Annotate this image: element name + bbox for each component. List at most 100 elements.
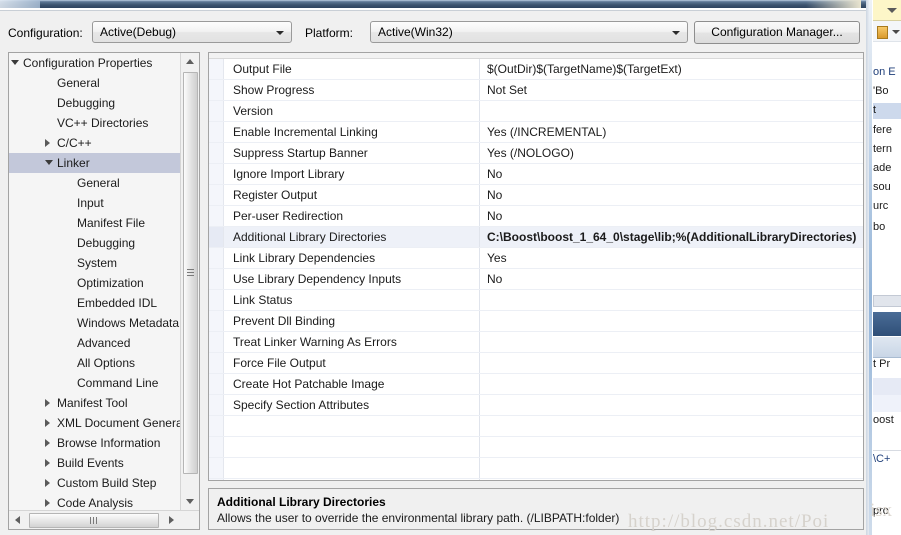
property-column-divider[interactable] [479,290,480,310]
tree-item-label: Embedded IDL [77,296,158,310]
property-value[interactable]: $(OutDir)$(TargetName)$(TargetExt) [487,59,682,79]
property-row[interactable]: Output File $(OutDir)$(TargetName)$(Targe… [209,59,863,80]
platform-dropdown[interactable]: Active(Win32) [370,21,688,43]
property-value[interactable]: Yes [487,248,507,268]
property-value[interactable]: No [487,164,502,184]
tree-item-general[interactable]: General [9,73,181,93]
tree-expander-open-icon[interactable] [11,60,19,65]
property-grid[interactable]: Output File $(OutDir)$(TargetName)$(Targe… [208,52,864,481]
property-row[interactable]: Link Status [209,290,863,311]
property-column-divider[interactable] [479,227,480,247]
tree-expander-closed-icon[interactable] [45,419,50,427]
tree-expander-open-icon[interactable] [45,160,53,165]
property-value[interactable]: Yes (/INCREMENTAL) [487,122,606,142]
toolbar-button-icon[interactable] [877,26,888,39]
property-value[interactable]: C:\Boost\boost_1_64_0\stage\lib;%(Additi… [487,227,856,247]
tree-expander-closed-icon[interactable] [45,499,50,507]
tree-item-label: C/C++ [57,136,92,150]
property-value[interactable]: No [487,269,502,289]
tree-item-xml-document-generator[interactable]: XML Document Generator [9,413,181,433]
property-row[interactable]: Prevent Dll Binding [209,311,863,332]
property-row[interactable]: Force File Output [209,353,863,374]
property-column-divider[interactable] [479,206,480,226]
property-row[interactable]: Register Output No [209,185,863,206]
property-column-divider[interactable] [479,122,480,142]
tree-item-advanced[interactable]: Advanced [9,333,181,353]
chevron-down-icon [276,31,284,35]
tree-expander-closed-icon[interactable] [45,399,50,407]
property-column-divider[interactable] [479,164,480,184]
property-column-divider[interactable] [479,185,480,205]
tree-expander-closed-icon[interactable] [45,139,50,147]
property-column-divider[interactable] [479,248,480,268]
tree-horizontal-scrollbar-thumb[interactable] [29,513,159,528]
tree-item-label: Debugging [77,236,136,250]
property-row[interactable]: Link Library Dependencies Yes [209,248,863,269]
tree-item-linker[interactable]: Linker [9,153,181,173]
tree-item-debugging[interactable]: Debugging [9,93,181,113]
tree-item-manifest-file[interactable]: Manifest File [9,213,181,233]
property-row[interactable]: Create Hot Patchable Image [209,374,863,395]
property-column-divider[interactable] [479,311,480,331]
tree-item-command-line[interactable]: Command Line [9,373,181,393]
property-row[interactable]: Treat Linker Warning As Errors [209,332,863,353]
property-column-divider[interactable] [479,143,480,163]
property-row[interactable]: Enable Incremental Linking Yes (/INCREMEN… [209,122,863,143]
tree-item-manifest-tool[interactable]: Manifest Tool [9,393,181,413]
property-value[interactable]: No [487,185,502,205]
property-column-divider[interactable] [479,269,480,289]
tree-scroll-down-button[interactable] [181,493,198,510]
tree-item-windows-metadata[interactable]: Windows Metadata [9,313,181,333]
tree-scroll-left-button[interactable] [9,511,26,528]
configuration-manager-button[interactable]: Configuration Manager... [694,21,860,44]
property-column-divider[interactable] [479,332,480,352]
property-column-divider[interactable] [479,59,480,79]
tree-scroll-right-button[interactable] [163,511,180,528]
property-row[interactable]: Additional Library Directories C:\Boost\b… [209,227,863,248]
tree-vertical-scrollbar[interactable] [180,53,199,510]
tree-scroll-up-button[interactable] [181,53,198,70]
tree-item-label: XML Document Generator [57,416,181,430]
tree-item-custom-build-step[interactable]: Custom Build Step [9,473,181,493]
tree-item-code-analysis[interactable]: Code Analysis [9,493,181,510]
tree-expander-closed-icon[interactable] [45,479,50,487]
configuration-dropdown[interactable]: Active(Debug) [92,21,292,43]
property-column-divider[interactable] [479,353,480,373]
tree-item-build-events[interactable]: Build Events [9,453,181,473]
property-row[interactable]: Ignore Import Library No [209,164,863,185]
property-row[interactable]: Specify Section Attributes [209,395,863,416]
tree-item-browse-information[interactable]: Browse Information [9,433,181,453]
property-row[interactable]: Per-user Redirection No [209,206,863,227]
tree-item-vc-directories[interactable]: VC++ Directories [9,113,181,133]
strip-text-fragment: tern [873,143,892,155]
tree-item-system[interactable]: System [9,253,181,273]
property-column-divider[interactable] [479,395,480,415]
property-value[interactable]: No [487,206,502,226]
configuration-properties-tree[interactable]: Configuration Properties General Debugging… [8,52,200,530]
tree-item-configuration-properties[interactable]: Configuration Properties [9,53,181,73]
tree-item-all-options[interactable]: All Options [9,353,181,373]
tree-vertical-scrollbar-thumb[interactable] [183,72,198,474]
property-value[interactable]: Not Set [487,80,527,100]
tree-item-general[interactable]: General [9,173,181,193]
tree-item-debugging[interactable]: Debugging [9,233,181,253]
property-row[interactable]: Show Progress Not Set [209,80,863,101]
property-row[interactable]: Use Library Dependency Inputs No [209,269,863,290]
tree-horizontal-scrollbar[interactable] [9,510,199,529]
tree-expander-closed-icon[interactable] [45,459,50,467]
tree-item-input[interactable]: Input [9,193,181,213]
property-column-divider[interactable] [479,101,480,121]
chevron-down-icon[interactable] [892,30,900,34]
property-row[interactable]: Suppress Startup Banner Yes (/NOLOGO) [209,143,863,164]
tree-item-optimization[interactable]: Optimization [9,273,181,293]
solution-explorer-strip[interactable]: R on E 'Bo t fere tern ade sou urc bo t Pr oost \C… [866,0,901,535]
property-row[interactable]: Version [209,101,863,122]
tree-item-embedded-idl[interactable]: Embedded IDL [9,293,181,313]
strip-scroll-edge[interactable] [869,0,872,535]
property-row-gutter [209,227,224,247]
property-value[interactable]: Yes (/NOLOGO) [487,143,574,163]
property-column-divider[interactable] [479,374,480,394]
tree-expander-closed-icon[interactable] [45,439,50,447]
tree-item-c-c[interactable]: C/C++ [9,133,181,153]
property-column-divider[interactable] [479,80,480,100]
